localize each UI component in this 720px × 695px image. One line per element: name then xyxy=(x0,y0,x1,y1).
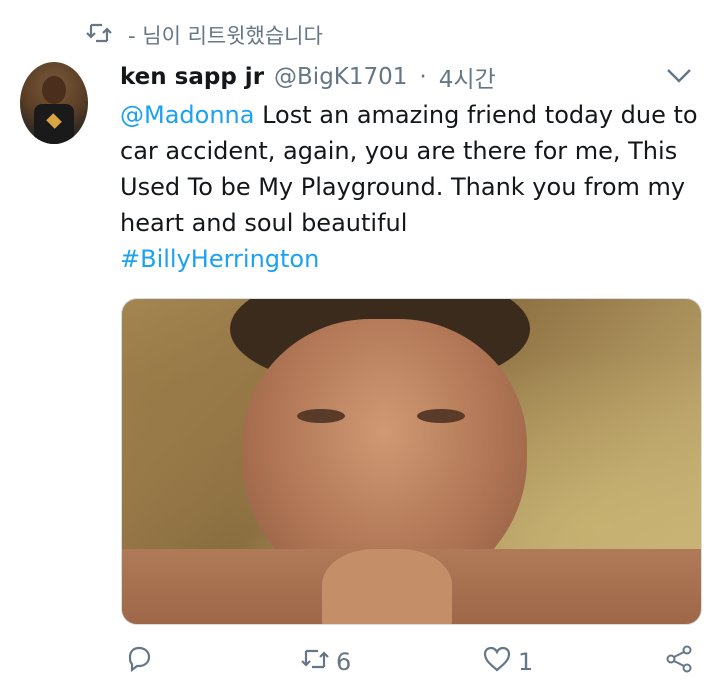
tweet-text: @Madonna Lost an amazing friend today du… xyxy=(120,97,710,277)
more-options-button[interactable] xyxy=(662,60,696,94)
photo-eye-left xyxy=(297,409,345,423)
photo-fist xyxy=(322,549,452,624)
tweet-time[interactable]: 4시간 xyxy=(439,60,496,94)
tweet-header: ken sapp jr @BigK1701 · 4시간 xyxy=(120,60,710,94)
retweet-icon xyxy=(300,644,330,680)
separator-dot: · xyxy=(419,64,427,90)
like-icon xyxy=(482,644,512,680)
avatar[interactable] xyxy=(20,62,88,144)
avatar-shirt xyxy=(34,104,74,144)
author-handle[interactable]: @BigK1701 xyxy=(274,64,407,90)
share-icon xyxy=(664,644,694,680)
hashtag-link[interactable]: #BillyHerrington xyxy=(120,241,710,277)
retweet-context-text: - 님이 리트윗했습니다 xyxy=(128,24,323,48)
like-count: 1 xyxy=(518,648,534,676)
reply-button[interactable] xyxy=(124,640,154,684)
retweet-icon xyxy=(86,22,128,49)
avatar-face xyxy=(42,76,66,104)
like-button[interactable]: 1 xyxy=(482,640,533,684)
chevron-down-icon xyxy=(666,64,692,90)
retweet-button[interactable]: 6 xyxy=(300,640,351,684)
mention-link[interactable]: @Madonna xyxy=(120,101,254,129)
retweet-context: - 님이 리트윗했습니다 xyxy=(86,18,323,52)
photo-eye-right xyxy=(417,409,465,423)
tweet-actions: 6 1 xyxy=(120,640,710,684)
retweet-count: 6 xyxy=(336,648,352,676)
share-button[interactable] xyxy=(664,640,694,684)
tweet-photo[interactable] xyxy=(121,298,702,625)
author-name[interactable]: ken sapp jr xyxy=(120,64,264,90)
reply-icon xyxy=(124,644,154,680)
